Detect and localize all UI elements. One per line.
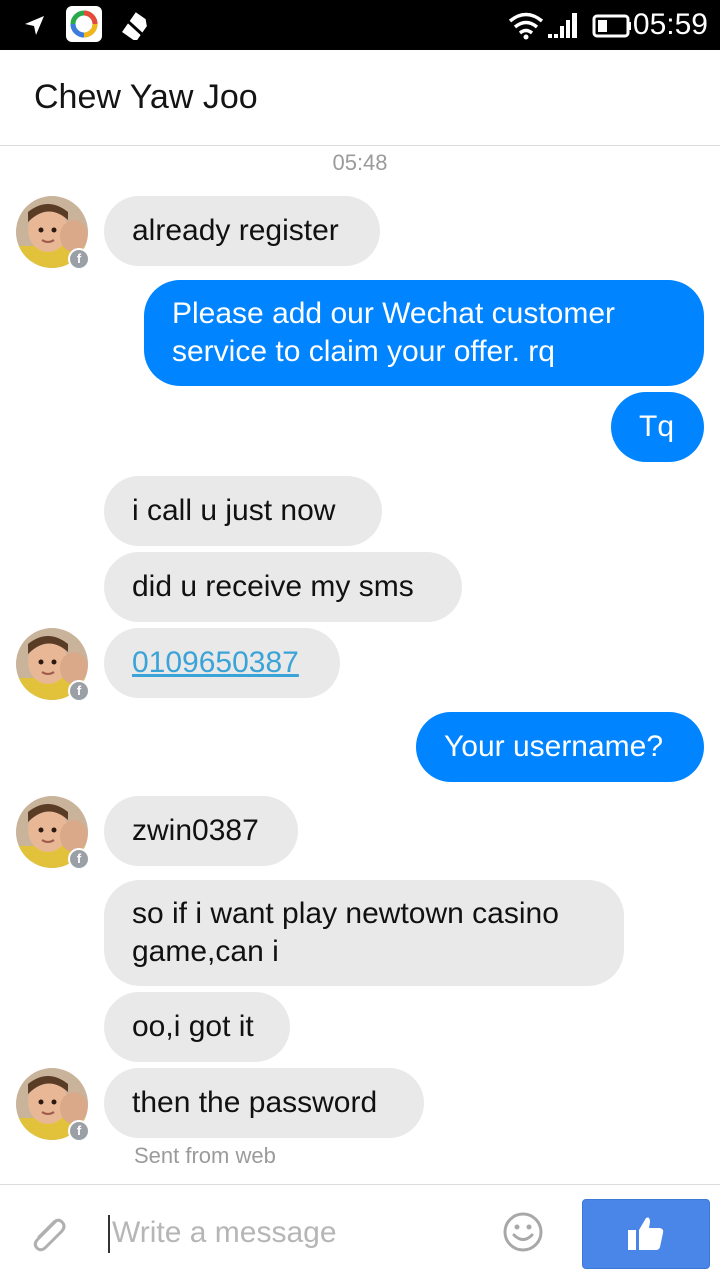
messenger-badge-icon: f: [68, 1120, 90, 1142]
status-time: 05:59: [632, 8, 708, 41]
signal-icon: [548, 13, 577, 38]
messenger-badge-icon: f: [68, 248, 90, 270]
message-bubble-incoming[interactable]: already register: [104, 196, 380, 266]
message-bubble-outgoing[interactable]: Your username?: [416, 712, 704, 782]
avatar[interactable]: f: [16, 196, 90, 270]
message-bubble-incoming[interactable]: so if i want play newtown casino game,ca…: [104, 880, 624, 986]
sent-from-label: Sent from web: [134, 1143, 276, 1168]
status-bar: 05:59: [0, 0, 720, 50]
message-composer: [0, 1184, 720, 1280]
no-sim-icon: [119, 12, 147, 40]
phone-number-link[interactable]: 0109650387: [132, 644, 299, 682]
attach-icon[interactable]: [26, 1211, 70, 1255]
app-icon: [66, 6, 102, 42]
thumbs-up-icon: [628, 1217, 664, 1250]
text-cursor: [108, 1215, 110, 1253]
message-bubble-incoming[interactable]: i call u just now: [104, 476, 382, 546]
wifi-icon: [508, 12, 544, 40]
avatar[interactable]: f: [16, 1068, 90, 1142]
message-bubble-incoming[interactable]: oo,i got it: [104, 992, 290, 1062]
emoji-icon[interactable]: [502, 1211, 544, 1253]
message-bubble-incoming[interactable]: 0109650387: [104, 628, 340, 698]
like-button[interactable]: [582, 1199, 710, 1269]
avatar[interactable]: f: [16, 628, 90, 702]
message-bubble-incoming[interactable]: did u receive my sms: [104, 552, 462, 622]
messenger-badge-icon: f: [68, 680, 90, 702]
messenger-badge-icon: f: [68, 848, 90, 870]
message-input[interactable]: [112, 1211, 482, 1255]
message-timestamp: 05:48: [332, 150, 388, 175]
conversation-header: Chew Yaw Joo: [0, 50, 720, 146]
message-bubble-incoming[interactable]: zwin0387: [104, 796, 298, 866]
message-bubble-outgoing[interactable]: Tq: [611, 392, 704, 462]
battery-icon: [592, 14, 631, 38]
send-arrow-icon: [25, 16, 44, 35]
message-bubble-incoming[interactable]: then the password: [104, 1068, 424, 1138]
avatar[interactable]: f: [16, 796, 90, 870]
message-bubble-outgoing[interactable]: Please add our Wechat customer service t…: [144, 280, 704, 386]
contact-name[interactable]: Chew Yaw Joo: [34, 78, 258, 117]
